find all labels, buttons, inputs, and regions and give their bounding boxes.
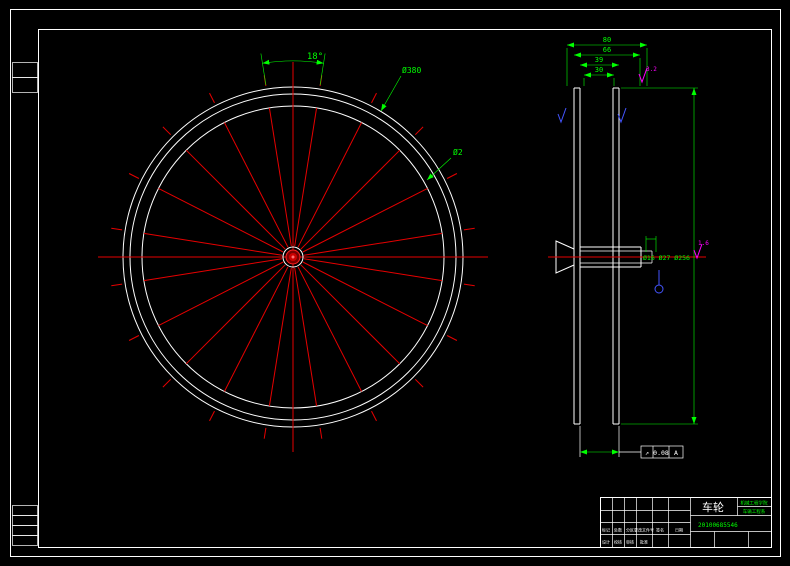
- sheet-frame: [10, 9, 781, 557]
- dim-39: 39: [595, 56, 603, 64]
- tolerance-datum: A: [674, 449, 678, 457]
- drawing-number: 20100685546: [698, 522, 738, 529]
- rim-diameter-dimension: Ø380: [380, 65, 421, 112]
- runout-tolerance: ↗ 0.08 A: [579, 426, 684, 459]
- title-block: 车轮 机械工程学院 车辆工程系 20100685546 标记 处数 分区 更改文…: [600, 497, 772, 548]
- tb-label: 处数: [614, 527, 622, 533]
- org-line1: 机械工程学院: [741, 500, 768, 507]
- tb-label: 分区: [626, 527, 634, 533]
- front-view: 18° Ø380 Ø2: [98, 52, 488, 452]
- tb-label: 审核: [626, 539, 634, 545]
- angle-dim-label: 18°: [307, 52, 323, 62]
- part-name: 车轮: [702, 500, 724, 514]
- dim-30: 30: [595, 66, 603, 74]
- width-dimensions: 80 66 39 30: [566, 36, 648, 86]
- datum-symbol: [654, 270, 664, 294]
- rim-diameter-label: Ø380: [402, 65, 421, 75]
- tb-label: 批准: [640, 539, 648, 545]
- roughness-right-label: 1.6: [698, 240, 709, 247]
- tb-label: 更改文件号: [634, 527, 654, 533]
- rim-section: [573, 87, 620, 425]
- tb-label: 标记: [602, 527, 610, 533]
- hub-diameter-dimensions: Ø16 Ø27 Ø256: [643, 236, 690, 262]
- roughness-icon: [557, 107, 567, 124]
- tolerance-symbol-icon: ↗: [645, 449, 649, 457]
- dim-66: 66: [603, 46, 611, 54]
- roughness-top-label: 3.2: [646, 66, 657, 73]
- cad-drawing-sheet: 18° Ø380 Ø2 80 66 39 30 Ø16 Ø27 Ø256 3.2…: [0, 0, 790, 566]
- org-line2: 车辆工程系: [743, 508, 766, 515]
- datum-circle-icon: [654, 284, 664, 294]
- hub-dims-label: Ø16 Ø27 Ø256: [643, 254, 690, 262]
- hub: [282, 246, 304, 268]
- tb-label: 签名: [656, 527, 664, 533]
- tb-label: 日期: [675, 527, 683, 533]
- spoke-diameter-label: Ø2: [453, 147, 463, 157]
- tb-label: 校核: [614, 539, 622, 545]
- dim-80: 80: [603, 36, 611, 44]
- roughness-marks: 3.2 1.6: [557, 66, 709, 260]
- tolerance-value: 0.08: [653, 449, 669, 457]
- tb-label: 设计: [602, 539, 610, 545]
- spoke-diameter-dimension: Ø2: [426, 147, 463, 181]
- side-view: 80 66 39 30 Ø16 Ø27 Ø256 3.2 1.6 ↗ 0.08 …: [548, 36, 709, 459]
- cad-canvas: 18° Ø380 Ø2 80 66 39 30 Ø16 Ø27 Ø256 3.2…: [10, 9, 781, 557]
- frame-zone-boxes: [12, 62, 38, 546]
